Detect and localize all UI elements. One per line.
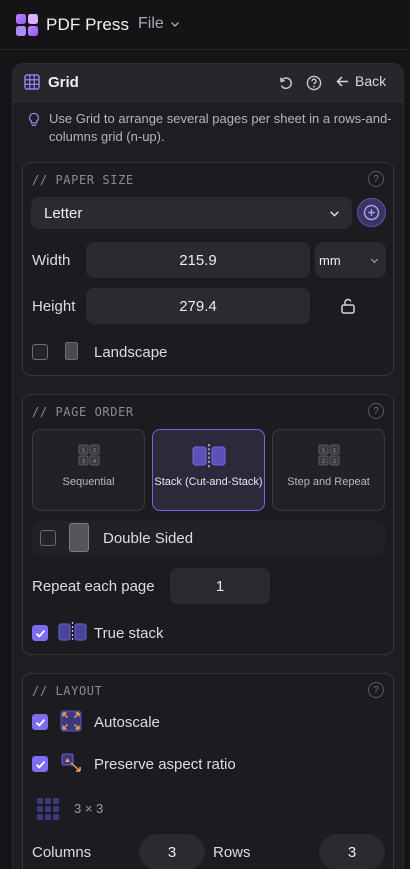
- columns-label: Columns: [32, 844, 92, 861]
- checkmark-icon: [35, 629, 45, 638]
- svg-text:2: 2: [92, 448, 95, 454]
- layout-help-icon[interactable]: ?: [368, 682, 384, 698]
- hint: Use Grid to arrange several pages per sh…: [27, 110, 397, 146]
- height-input[interactable]: 279.4: [86, 288, 310, 324]
- svg-text:2: 2: [332, 459, 335, 465]
- double-sided-label: Double Sided: [103, 530, 194, 547]
- app-title: PDF Press: [46, 15, 130, 34]
- svg-text:2: 2: [321, 459, 324, 465]
- unit-select[interactable]: mm: [315, 242, 386, 278]
- rows-input[interactable]: 3: [319, 834, 385, 869]
- grid-panel: Grid Back Use Grid to arrange several pa…: [12, 63, 404, 869]
- columns-input[interactable]: 3: [139, 834, 205, 869]
- autoscale-icon: [60, 710, 82, 732]
- height-label: Height: [32, 298, 76, 315]
- help-button[interactable]: [304, 73, 324, 93]
- aspect-lock-button[interactable]: [339, 297, 361, 317]
- file-menu-label: File: [138, 15, 164, 32]
- add-custom-size-button[interactable]: [357, 198, 386, 227]
- back-button[interactable]: Back: [336, 73, 386, 89]
- lightbulb-icon: [28, 112, 40, 126]
- app-logo-icon: [16, 14, 38, 36]
- arrow-left-icon: [336, 75, 348, 87]
- chevron-down-icon: [170, 22, 179, 27]
- reset-button[interactable]: [276, 73, 296, 93]
- svg-text:4: 4: [92, 459, 95, 465]
- aspect-ratio-icon: [61, 753, 81, 772]
- double-sided-page-icon: [69, 523, 89, 552]
- double-sided-checkbox[interactable]: [40, 530, 56, 546]
- panel-title: Grid: [48, 74, 79, 91]
- repeat-each-page-input[interactable]: 1: [170, 568, 270, 604]
- cut-stack-icon: [192, 444, 225, 468]
- autoscale-checkbox[interactable]: [32, 714, 48, 730]
- svg-text:1: 1: [321, 448, 324, 454]
- grid-preview-icon: [37, 798, 59, 820]
- panel-header: Grid Back: [13, 64, 403, 102]
- grid-icon: [24, 74, 40, 90]
- rows-label: Rows: [213, 844, 251, 861]
- repeat-each-page-label: Repeat each page: [32, 578, 155, 595]
- paper-size-label: // PAPER SIZE: [32, 173, 134, 187]
- step-repeat-grid-icon: 1 1 2 2: [318, 444, 339, 466]
- help-icon: [306, 75, 322, 91]
- order-option-label: Step and Repeat: [287, 476, 370, 488]
- paper-size-select[interactable]: Letter: [31, 197, 352, 229]
- true-stack-icon: [58, 622, 87, 642]
- layout-section: // LAYOUT ? Autoscale Preserve aspect ra…: [22, 673, 394, 869]
- landscape-checkbox[interactable]: [32, 344, 48, 360]
- svg-text:1: 1: [81, 448, 84, 454]
- paper-size-value: Letter: [44, 204, 83, 222]
- portrait-page-icon: [65, 342, 78, 360]
- width-label: Width: [32, 252, 71, 269]
- top-bar: PDF Press File: [0, 0, 410, 50]
- plus-circle-icon: [363, 204, 380, 221]
- preserve-aspect-checkbox[interactable]: [32, 756, 48, 772]
- unlock-icon: [341, 298, 355, 314]
- order-option-stack[interactable]: Stack (Cut-and-Stack): [152, 429, 265, 511]
- width-input[interactable]: 215.9: [86, 242, 310, 278]
- order-option-sequential[interactable]: 1 2 3 4 Sequential: [32, 429, 145, 511]
- sequential-grid-icon: 1 2 3 4: [78, 444, 99, 466]
- grid-summary: 3 × 3: [74, 801, 104, 816]
- paper-size-section: // PAPER SIZE ? Letter Width 215.9 mm He…: [22, 162, 394, 376]
- page-order-section: // PAGE ORDER ? 1 2 3 4 Sequential Stack…: [22, 394, 394, 655]
- order-option-label: Sequential: [62, 476, 115, 488]
- back-label: Back: [355, 73, 387, 89]
- layout-label: // LAYOUT: [32, 684, 103, 698]
- page-order-label: // PAGE ORDER: [32, 405, 134, 419]
- true-stack-label: True stack: [94, 625, 164, 642]
- unit-value: mm: [319, 252, 341, 268]
- page-order-help-icon[interactable]: ?: [368, 403, 384, 419]
- chevron-down-icon: [330, 211, 339, 217]
- checkmark-icon: [35, 718, 45, 727]
- true-stack-checkbox[interactable]: [32, 625, 48, 641]
- order-option-step-repeat[interactable]: 1 1 2 2 Step and Repeat: [272, 429, 385, 511]
- hint-text: Use Grid to arrange several pages per sh…: [49, 111, 392, 144]
- file-menu-button[interactable]: File: [138, 15, 180, 33]
- landscape-label: Landscape: [94, 344, 168, 361]
- svg-text:3: 3: [81, 459, 84, 465]
- paper-size-help-icon[interactable]: ?: [368, 171, 384, 187]
- order-option-label: Stack (Cut-and-Stack): [154, 476, 263, 488]
- chevron-down-icon: [370, 258, 379, 264]
- autoscale-label: Autoscale: [94, 714, 160, 731]
- svg-text:1: 1: [332, 448, 335, 454]
- checkmark-icon: [35, 760, 45, 769]
- preserve-aspect-label: Preserve aspect ratio: [94, 756, 236, 773]
- reset-icon: [279, 77, 292, 90]
